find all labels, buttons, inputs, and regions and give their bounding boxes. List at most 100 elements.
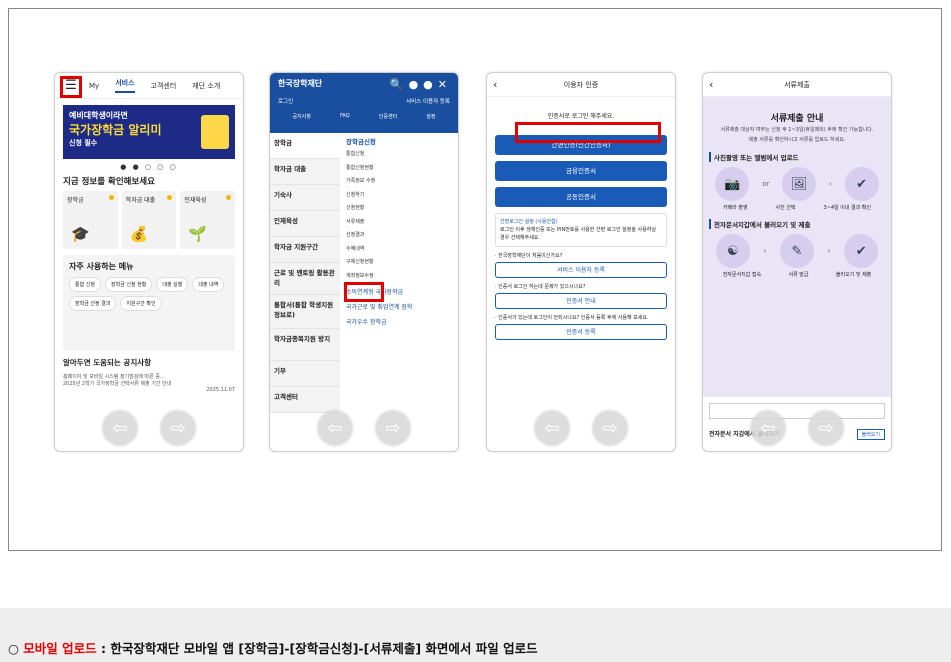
tab-service[interactable]: 서비스 — [115, 78, 135, 93]
cert-register-button[interactable]: 인증서 등록 — [495, 324, 667, 340]
menu-item[interactable]: 학자금 지원구간 — [270, 237, 340, 263]
menu-item[interactable]: 기숙사 — [270, 185, 340, 211]
card-loan[interactable]: 학자금 대출 💰 — [121, 191, 177, 249]
caption-text: : 한국장학재단 모바일 앱 [장학금]-[장학금신청]-[서류제출] 화면에서… — [96, 641, 538, 656]
login-link[interactable]: 로그인 — [278, 97, 293, 105]
grid-settings[interactable]: 설정 — [426, 113, 435, 120]
nav-arrows: ⇦ ⇨ — [535, 411, 627, 445]
nav-arrows: ⇦ ⇨ — [318, 411, 410, 445]
submenu-item[interactable]: 구제신청현황 — [346, 258, 452, 272]
register-link[interactable]: 서비스 이용자 등록 — [406, 97, 450, 105]
card-scholarship[interactable]: 장학금 🎓 — [63, 191, 118, 249]
step-label: 사진 선택 — [775, 205, 796, 211]
submenu-item[interactable]: 신청현황 — [346, 204, 452, 218]
submenu-item[interactable]: 신청하기 — [346, 191, 452, 205]
submenu-group[interactable]: 국가우수 장학금 — [346, 317, 452, 330]
prev-arrow-icon[interactable]: ⇦ — [535, 411, 569, 445]
question: · 인증서 로그인 하는데 문제가 있으시나요? — [495, 284, 586, 290]
submenu-item[interactable]: 수혜내역 — [346, 245, 452, 259]
frequent-menu-title: 자주 사용하는 메뉴 — [69, 262, 134, 271]
grid-faq[interactable]: FAQ — [340, 113, 350, 120]
grid-notice[interactable]: 공지사항 — [293, 113, 311, 120]
menu-item-scholarship[interactable]: 장학금 — [270, 133, 340, 159]
phone-document-submit: ‹ 서류제출 서류제출 안내 서류제출 대상자 여부는 신청 후 1~3일(휴일… — [702, 72, 892, 452]
prev-arrow-icon[interactable]: ⇦ — [103, 411, 137, 445]
guide-desc: 제출 서류를 확인하시고 서류를 업로드 하세요. — [748, 137, 846, 143]
guide-title: 서류제출 안내 — [770, 114, 824, 124]
highlight-box — [515, 122, 661, 143]
menu-item[interactable]: 통합서(통합 학생지원 정보로) — [270, 295, 340, 329]
menu-item[interactable]: 인재육성 — [270, 211, 340, 237]
menu-item[interactable]: 학자금 대출 — [270, 159, 340, 185]
question: · 한국장학재단이 처음이신가요? — [495, 253, 563, 259]
carousel-dots[interactable]: ● ● ○ ○ ○ — [55, 163, 243, 171]
guide-panel: 서류제출 안내 서류제출 대상자 여부는 신청 후 1~3일(휴일제외) 후에 … — [703, 97, 891, 397]
promo-banner[interactable]: 예비대학생이라면 국가장학금 알리미 신청 필수 — [63, 105, 235, 159]
menu-item[interactable]: 학자금종복지원 방지 — [270, 329, 340, 361]
gov24-icon: ☯ — [715, 234, 750, 268]
screen-title: 서류제출 — [784, 80, 810, 89]
caption-prefix: ○ — [8, 641, 24, 656]
chip-bracket[interactable]: 지원구간 확인 — [120, 296, 162, 311]
tab-my[interactable]: My — [89, 82, 99, 90]
money-bag-icon: 💰 — [129, 225, 149, 243]
phone-home: ☰ My 서비스 고객센터 재단 소개 예비대학생이라면 국가장학금 알리미 신… — [54, 72, 244, 452]
load-button[interactable]: 불러오기 — [856, 429, 885, 440]
edit-doc-icon: ✎ — [779, 234, 814, 268]
notice-section: 알아두면 도움되는 공지사항 홈페이지 및 모바일 시스템 정기점검에 따른 중… — [63, 357, 235, 393]
next-arrow-icon[interactable]: ⇨ — [376, 411, 410, 445]
tab-about[interactable]: 재단 소개 — [192, 81, 220, 91]
prev-arrow-icon[interactable]: ⇦ — [751, 411, 785, 445]
chip-result[interactable]: 장학금 선정 결과 — [69, 296, 117, 311]
back-icon[interactable]: ‹ — [493, 78, 497, 91]
top-nav: ☰ My 서비스 고객센터 재단 소개 — [55, 73, 243, 99]
frequent-menu: 자주 사용하는 메뉴 통합 신청 장학금 신청 현황 대출 실행 대출 내역 장… — [63, 255, 235, 351]
submenu-group[interactable]: 국가근로 및 취업연계 장학 — [346, 302, 452, 315]
menu-item[interactable]: 기부 — [270, 361, 340, 387]
next-arrow-icon[interactable]: ⇨ — [161, 411, 195, 445]
joint-cert-button[interactable]: 공동인증서 — [495, 187, 667, 207]
card-talent[interactable]: 인재육성 🌱 — [180, 191, 236, 249]
step-label: 카메라 촬영 — [722, 205, 748, 211]
prev-arrow-icon[interactable]: ⇦ — [318, 411, 352, 445]
register-button[interactable]: 서비스 이용자 등록 — [495, 262, 667, 278]
submenu-item[interactable]: 선정결과 — [346, 231, 452, 245]
chip-integrated[interactable]: 통합 신청 — [69, 277, 101, 292]
header-icons[interactable]: 🔍●●✕ — [390, 78, 452, 91]
graduation-cap-icon: 🎓 — [71, 225, 90, 243]
finance-cert-button[interactable]: 금융인증서 — [495, 161, 667, 181]
grid-auth[interactable]: 인증센터 — [379, 113, 397, 120]
submenu-item-document-submit[interactable]: 서류제출 — [346, 218, 452, 232]
cert-guide-button[interactable]: 인증서 안내 — [495, 293, 667, 309]
highlight-box — [60, 76, 82, 98]
notice-item[interactable]: 2025년 2학기 국가장학금 선택서류 제출 기간 안내 — [63, 380, 235, 387]
menu-item[interactable]: 고객센터 — [270, 387, 340, 413]
step-label: 서류 발급 — [788, 272, 809, 278]
step-label: 3~4일 이내 결과 확인 — [823, 205, 871, 211]
chip-loan-exec[interactable]: 대출 실행 — [156, 277, 189, 292]
or-label: or — [762, 180, 770, 188]
chip-status[interactable]: 장학금 신청 현황 — [105, 277, 153, 292]
next-arrow-icon[interactable]: ⇨ — [809, 411, 843, 445]
banner-illustration — [201, 115, 229, 149]
left-menu: 장학금 학자금 대출 기숙사 인재육성 학자금 지원구간 근로 및 멘토링 활동… — [270, 133, 340, 413]
step-label: 전자문서지갑 접속 — [722, 272, 762, 278]
menu-item[interactable]: 근로 및 멘토링 활동관리 — [270, 263, 340, 295]
caption-highlight: 모바일 업로드 — [23, 641, 97, 656]
next-arrow-icon[interactable]: ⇨ — [593, 411, 627, 445]
menu-header: 한국장학재단 🔍●●✕ 로그인 서비스 이용자 등록 공지사항 FAQ 인증센터… — [270, 73, 458, 133]
chip-loan-history[interactable]: 대출 내역 — [192, 277, 225, 292]
back-icon[interactable]: ‹ — [709, 78, 713, 91]
tab-customer-center[interactable]: 고객센터 — [151, 81, 177, 91]
sprout-icon: 🌱 — [188, 225, 208, 243]
notice-item[interactable]: 홈페이지 및 모바일 시스템 정기점검에 따른 중... — [63, 373, 235, 380]
submenu-item[interactable]: 통합신청 — [346, 150, 452, 164]
section-photo-upload: 사진촬영 또는 앨범에서 업로드 — [709, 152, 885, 162]
submenu-item[interactable]: 가족정보 수정 — [346, 177, 452, 191]
nav-arrows: ⇦ ⇨ — [103, 411, 195, 445]
simple-login-toggle[interactable]: 간편로그인 설정 (사용안함) — [500, 218, 662, 226]
badge-dot — [108, 195, 114, 200]
guide-desc: 서류제출 대상자 여부는 신청 후 1~3일(휴일제외) 후에 확인 가능합니다… — [720, 127, 874, 133]
submenu-title[interactable]: 장학금신청 — [346, 136, 452, 146]
submenu-item[interactable]: 통합신청현황 — [346, 164, 452, 178]
